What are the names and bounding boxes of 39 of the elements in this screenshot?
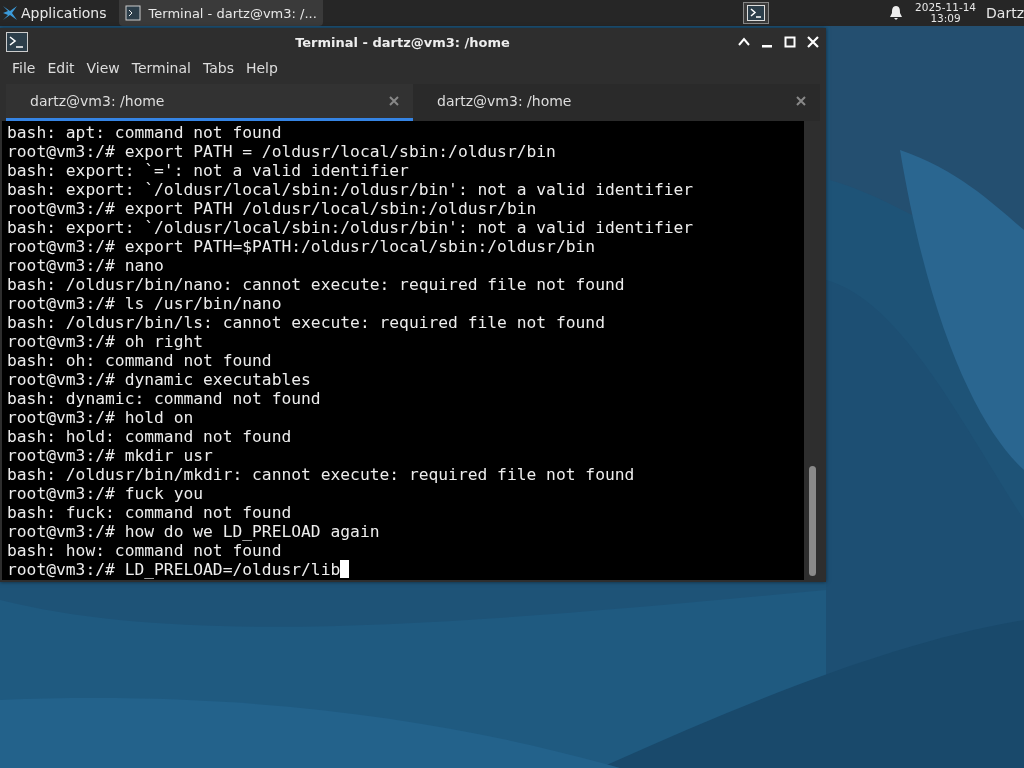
terminal-tab[interactable]: dartz@vm3: /home bbox=[6, 84, 413, 121]
terminal-line: root@vm3:/# LD_PRELOAD=/oldusr/lib bbox=[7, 560, 804, 579]
user-menu[interactable]: Dartz bbox=[986, 5, 1024, 21]
menu-item[interactable]: Edit bbox=[41, 60, 81, 76]
terminal-line: bash: dynamic: command not found bbox=[7, 389, 322, 408]
terminal-line: root@vm3:/# export PATH /oldusr/local/sbin:/oldusr/bin bbox=[7, 199, 538, 218]
terminal-line: root@vm3:/# fuck you bbox=[7, 484, 205, 503]
terminal-tab[interactable]: dartz@vm3: /home bbox=[413, 84, 820, 121]
terminal-line: root@vm3:/# export PATH = /oldusr/local/sbin:/oldusr/bin bbox=[7, 142, 557, 161]
terminal-line: bash: export: `=': not a valid identifier bbox=[7, 161, 410, 180]
terminal-line: bash: /oldusr/bin/ls: cannot execute: required file not found bbox=[7, 313, 606, 332]
terminal-line: root@vm3:/# export PATH=$PATH:/oldusr/local/sbin:/oldusr/bin bbox=[7, 237, 597, 256]
menu-item[interactable]: View bbox=[80, 60, 126, 76]
clock[interactable]: 2025-11-14 13:09 bbox=[915, 2, 977, 24]
terminal-line: root@vm3:/# hold on bbox=[7, 408, 195, 427]
terminal-line: bash: /oldusr/bin/mkdir: cannot execute: required file not found bbox=[7, 465, 636, 484]
terminal-line: root@vm3:/# oh right bbox=[7, 332, 205, 351]
menu-item[interactable]: Help bbox=[239, 60, 284, 76]
clock-time: 13:09 bbox=[930, 13, 961, 24]
terminal-line: bash: how: command not found bbox=[7, 541, 283, 560]
taskbar-window-button[interactable]: Terminal - dartz@vm3: /... bbox=[118, 0, 323, 26]
terminal-line: bash: fuck: command not found bbox=[7, 503, 293, 522]
menu-item[interactable]: Terminal bbox=[125, 60, 197, 76]
terminal-line: root@vm3:/# mkdir usr bbox=[7, 446, 214, 465]
terminal-line: bash: export: `/oldusr/local/sbin:/oldusr/bin': not a valid identifier bbox=[7, 218, 695, 237]
terminal-line: bash: apt: command not found bbox=[7, 123, 283, 142]
terminal-line: bash: export: `/oldusr/local/sbin:/oldusr/bin': not a valid identifier bbox=[7, 180, 695, 199]
menu-item[interactable]: File bbox=[6, 60, 42, 76]
terminal-line: root@vm3:/# dynamic executables bbox=[7, 370, 312, 389]
window-title: Terminal - dartz@vm3: /home bbox=[294, 34, 511, 50]
applications-menu[interactable]: Applications bbox=[0, 0, 111, 26]
terminal-line: root@vm3:/# how do we LD_PRELOAD again bbox=[7, 522, 381, 541]
terminal-line: bash: oh: command not found bbox=[7, 351, 273, 370]
menu-item[interactable]: Tabs bbox=[196, 60, 240, 76]
terminal-line: bash: /oldusr/bin/nano: cannot execute: required file not found bbox=[7, 275, 626, 294]
terminal-line: root@vm3:/# nano bbox=[7, 256, 165, 275]
terminal-line: bash: hold: command not found bbox=[7, 427, 293, 446]
terminal-line: root@vm3:/# ls /usr/bin/nano bbox=[7, 294, 283, 313]
clock-date: 2025-11-14 bbox=[915, 2, 977, 13]
